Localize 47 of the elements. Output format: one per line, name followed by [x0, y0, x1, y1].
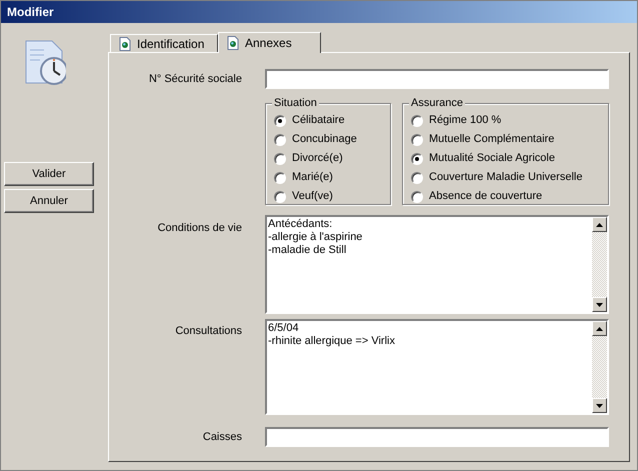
radio-label: Absence de couverture [429, 189, 542, 204]
scroll-down-button[interactable] [592, 398, 607, 413]
window-title: Modifier [7, 4, 54, 21]
radio-button[interactable] [274, 114, 286, 126]
radio-label: Marié(e) [292, 170, 333, 186]
radio-label: Veuf(ve) [292, 189, 333, 204]
radio-label: Célibataire [292, 113, 345, 128]
scroll-up-button[interactable] [592, 217, 607, 232]
radio-button[interactable] [274, 152, 286, 164]
field-label: Conditions de vie [158, 222, 242, 234]
radio-button[interactable] [411, 190, 423, 202]
radio-label: Couverture Maladie Universelle [429, 170, 582, 186]
radio-label: Mutualité Sociale Agricole [429, 151, 555, 166]
field-label: Caisses [202, 430, 242, 443]
text-area[interactable]: 6/5/04 -rhinite allergique => Virlix [265, 319, 609, 415]
radio-label: Divorcé(e) [292, 151, 343, 166]
text-value: 6/5/04 -rhinite allergique => Virlix [268, 322, 396, 348]
radio-label: Mutuelle Complémentaire [429, 132, 554, 148]
document-clock-icon [24, 40, 66, 85]
radio-label: Régime 100 % [429, 113, 502, 128]
up-arrow-icon [596, 326, 603, 330]
radio-button[interactable] [274, 134, 286, 146]
radio-button[interactable] [274, 172, 286, 184]
input-field[interactable] [265, 69, 609, 89]
tab[interactable]: Annexes [218, 32, 321, 53]
scroll-up-button[interactable] [592, 321, 607, 336]
validate-button[interactable]: Valider [4, 162, 94, 186]
radio-button[interactable] [411, 134, 423, 146]
radio-button[interactable] [411, 172, 423, 184]
radio-button[interactable] [411, 152, 423, 164]
radio-label: Concubinage [292, 132, 357, 148]
radio-button[interactable] [411, 114, 423, 126]
field-label: Consultations [175, 325, 242, 337]
scrollbar[interactable] [592, 217, 607, 312]
field-label: N° Sécurité sociale [148, 72, 242, 85]
scrollbar[interactable] [592, 321, 607, 413]
text-value: Antécédants: -allergie à l'aspirine -maladie de Still [268, 218, 364, 257]
up-arrow-icon [596, 222, 603, 226]
radio-button[interactable] [274, 190, 286, 202]
cancel-button[interactable]: Annuler [4, 189, 94, 213]
down-arrow-icon [596, 404, 603, 408]
tab[interactable]: Identification [110, 34, 218, 52]
scroll-down-button[interactable] [592, 297, 607, 312]
document-icon [227, 36, 239, 50]
down-arrow-icon [596, 302, 603, 306]
input-field[interactable] [265, 427, 609, 447]
text-area[interactable]: Antécédants: -allergie à l'aspirine -maladie de Still [265, 215, 609, 314]
